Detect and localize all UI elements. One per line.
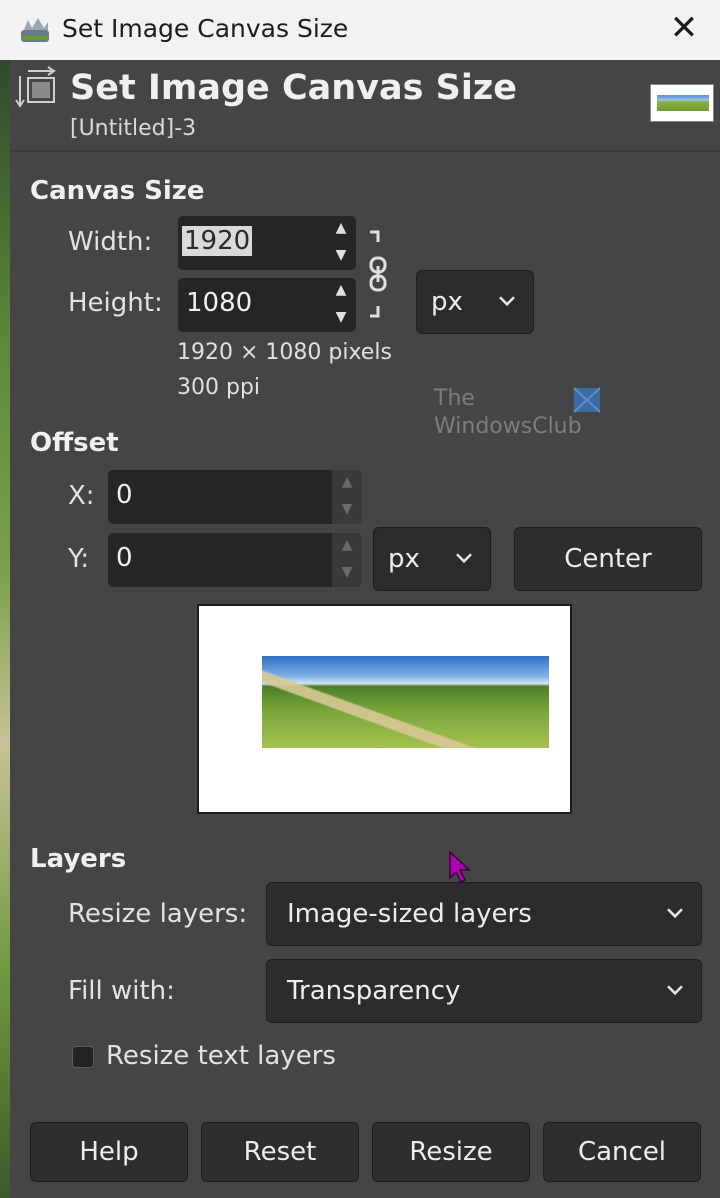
height-label: Height:	[68, 288, 163, 318]
watermark: The WindowsClub	[434, 386, 614, 446]
image-name: [Untitled]-3	[70, 116, 197, 141]
offset-unit-select[interactable]: px	[373, 527, 491, 591]
resize-text-layers-label[interactable]: Resize text layers	[106, 1041, 336, 1071]
resize-layers-label: Resize layers:	[68, 899, 248, 929]
height-decrement-icon[interactable]: ▼	[326, 305, 356, 332]
resolution-info: 300 ppi	[177, 375, 261, 400]
windows-logo-icon	[573, 387, 601, 413]
canvas-size-icon	[14, 66, 58, 112]
offset-x-increment-icon[interactable]: ▲	[332, 470, 362, 497]
chevron-down-icon	[667, 908, 683, 919]
window-titlebar: Set Image Canvas Size ✕	[0, 0, 720, 60]
width-increment-icon[interactable]: ▲	[326, 216, 356, 243]
center-button[interactable]: Center	[514, 527, 702, 591]
layers-section-title: Layers	[30, 844, 127, 874]
offset-y-value: 0	[116, 543, 133, 573]
watermark-line1: The	[434, 386, 475, 411]
chevron-down-icon	[667, 985, 683, 996]
header-separator	[10, 150, 720, 152]
width-spinner[interactable]: ▲ ▼	[326, 216, 356, 270]
fill-with-value: Transparency	[287, 976, 461, 1006]
background-photo-strip	[0, 60, 10, 1198]
width-decrement-icon[interactable]: ▼	[326, 243, 356, 270]
offset-x-label: X:	[68, 481, 95, 511]
height-spinner[interactable]: ▲ ▼	[326, 278, 356, 332]
offset-section-title: Offset	[30, 428, 119, 458]
chain-link-icon[interactable]	[364, 228, 394, 320]
height-input[interactable]: 1080 ▲ ▼	[178, 278, 356, 332]
image-thumbnail	[650, 84, 714, 122]
width-input[interactable]: 1920 ▲ ▼	[178, 216, 356, 270]
chevron-down-icon	[456, 553, 472, 564]
offset-unit-value: px	[388, 544, 420, 574]
width-value: 1920	[182, 226, 253, 256]
watermark-line2: WindowsClub	[434, 414, 582, 439]
canvas-size-section-title: Canvas Size	[30, 176, 205, 206]
offset-x-spinner[interactable]: ▲ ▼	[332, 470, 362, 524]
fill-with-select[interactable]: Transparency	[266, 959, 702, 1023]
pixel-dimensions-info: 1920 × 1080 pixels	[177, 340, 392, 365]
offset-y-increment-icon[interactable]: ▲	[332, 533, 362, 560]
offset-y-decrement-icon[interactable]: ▼	[332, 560, 362, 587]
gimp-icon	[18, 12, 52, 46]
height-value: 1080	[186, 288, 253, 318]
dialog-header-title: Set Image Canvas Size	[70, 68, 517, 108]
offset-x-input[interactable]: 0 ▲ ▼	[108, 470, 362, 524]
chevron-down-icon	[499, 296, 515, 307]
close-icon[interactable]: ✕	[664, 8, 704, 48]
reset-button[interactable]: Reset	[201, 1122, 359, 1182]
canvas-unit-select[interactable]: px	[416, 270, 534, 334]
offset-x-decrement-icon[interactable]: ▼	[332, 497, 362, 524]
preview-image-layer[interactable]	[262, 656, 549, 748]
offset-y-label: Y:	[68, 544, 90, 574]
resize-text-layers-checkbox[interactable]	[72, 1046, 94, 1068]
window-title: Set Image Canvas Size	[62, 14, 349, 43]
offset-x-value: 0	[116, 480, 133, 510]
offset-y-spinner[interactable]: ▲ ▼	[332, 533, 362, 587]
fill-with-label: Fill with:	[68, 976, 175, 1006]
mouse-cursor-icon	[448, 850, 472, 884]
height-increment-icon[interactable]: ▲	[326, 278, 356, 305]
canvas-unit-value: px	[431, 287, 463, 317]
width-label: Width:	[68, 227, 153, 257]
resize-layers-value: Image-sized layers	[287, 899, 532, 929]
resize-layers-select[interactable]: Image-sized layers	[266, 882, 702, 946]
cancel-button[interactable]: Cancel	[543, 1122, 701, 1182]
help-button[interactable]: Help	[30, 1122, 188, 1182]
offset-y-input[interactable]: 0 ▲ ▼	[108, 533, 362, 587]
resize-button[interactable]: Resize	[372, 1122, 530, 1182]
